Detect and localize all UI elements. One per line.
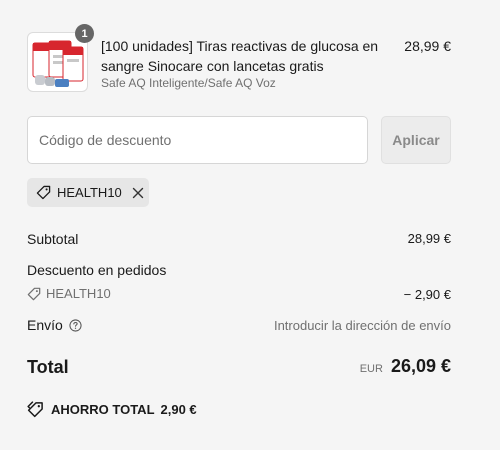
close-icon[interactable] xyxy=(132,187,144,199)
order-discount-label: Descuento en pedidos xyxy=(27,262,167,278)
currency-code: EUR xyxy=(359,363,383,375)
product-image xyxy=(32,40,84,87)
product-variant: Safe AQ Inteligente/Safe AQ Voz xyxy=(101,76,276,90)
savings-label: AHORRO TOTAL xyxy=(51,402,155,417)
shipping-label-group: Envío xyxy=(27,317,82,333)
shipping-label: Envío xyxy=(27,317,63,333)
tag-icon xyxy=(27,287,41,300)
total-label: Total xyxy=(27,357,69,377)
tag-icon xyxy=(36,185,51,200)
discount-code-text: HEALTH10 xyxy=(46,286,111,301)
savings-value: 2,90 € xyxy=(160,402,197,417)
discount-code-line: HEALTH10 xyxy=(27,286,111,301)
applied-discount-chip: HEALTH10 xyxy=(27,178,149,207)
discount-code-input[interactable] xyxy=(27,116,368,164)
apply-discount-button[interactable]: Aplicar xyxy=(381,116,451,164)
total-value: 26,09 € xyxy=(390,356,451,376)
subtotal-label: Subtotal xyxy=(27,231,79,247)
total-amount-group: EUR 26,09 € xyxy=(360,356,451,377)
applied-code-label: HEALTH10 xyxy=(57,185,122,200)
total-savings: AHORRO TOTAL 2,90 € xyxy=(27,401,197,418)
product-price: 28,99 € xyxy=(404,38,451,54)
shipping-value: Introducir la dirección de envío xyxy=(273,318,451,333)
discount-amount: − 2,90 € xyxy=(403,287,451,302)
help-icon[interactable] xyxy=(69,318,82,332)
savings-tag-icon xyxy=(27,401,43,418)
quantity-badge: 1 xyxy=(75,24,94,43)
product-title: [100 unidades] Tiras reactivas de glucos… xyxy=(101,38,379,74)
subtotal-value: 28,99 € xyxy=(407,231,451,246)
